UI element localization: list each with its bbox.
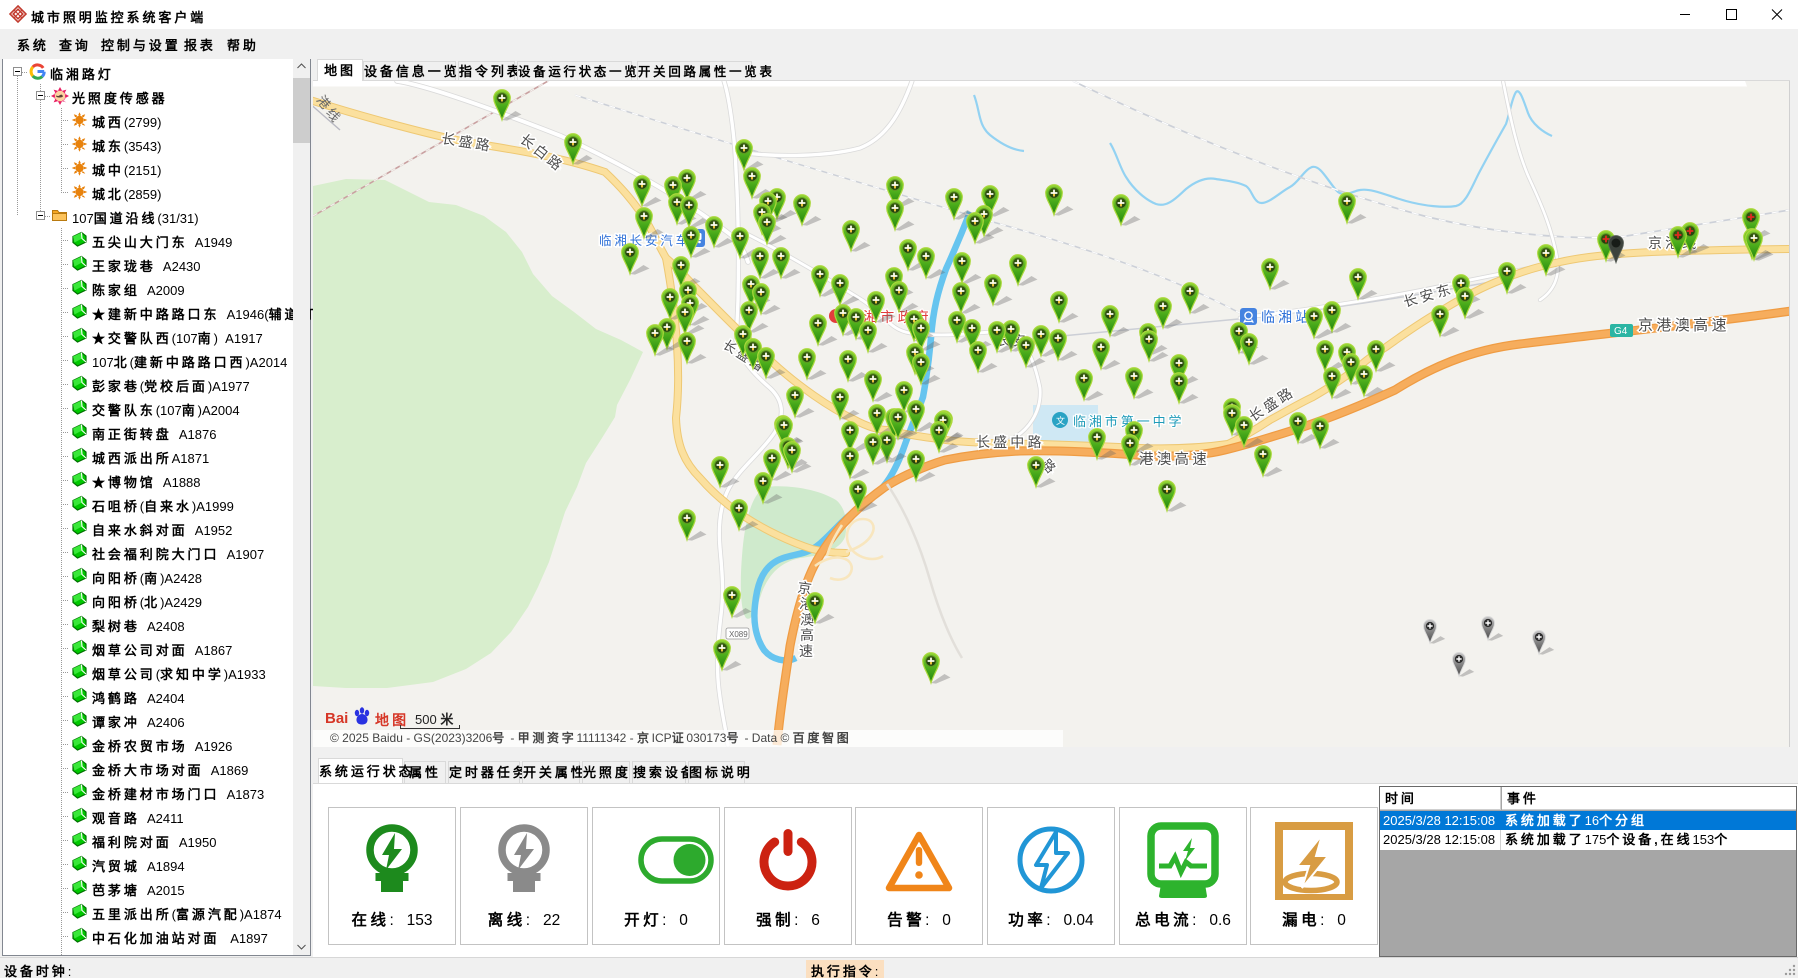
- svg-text:长盛路: 长盛路: [441, 130, 494, 154]
- svg-text:京港澳高速: 京港澳高速: [1638, 317, 1730, 334]
- svg-text:高: 高: [800, 627, 814, 643]
- svg-text:港澳高速: 港澳高速: [1139, 451, 1210, 468]
- svg-text:长盛中路: 长盛中路: [976, 434, 1045, 450]
- svg-text:X089: X089: [729, 630, 748, 639]
- svg-text:文: 文: [1056, 415, 1065, 426]
- svg-text:临湘站: 临湘站: [1261, 309, 1312, 325]
- svg-text:速: 速: [799, 643, 813, 659]
- svg-text:G4: G4: [1614, 326, 1628, 337]
